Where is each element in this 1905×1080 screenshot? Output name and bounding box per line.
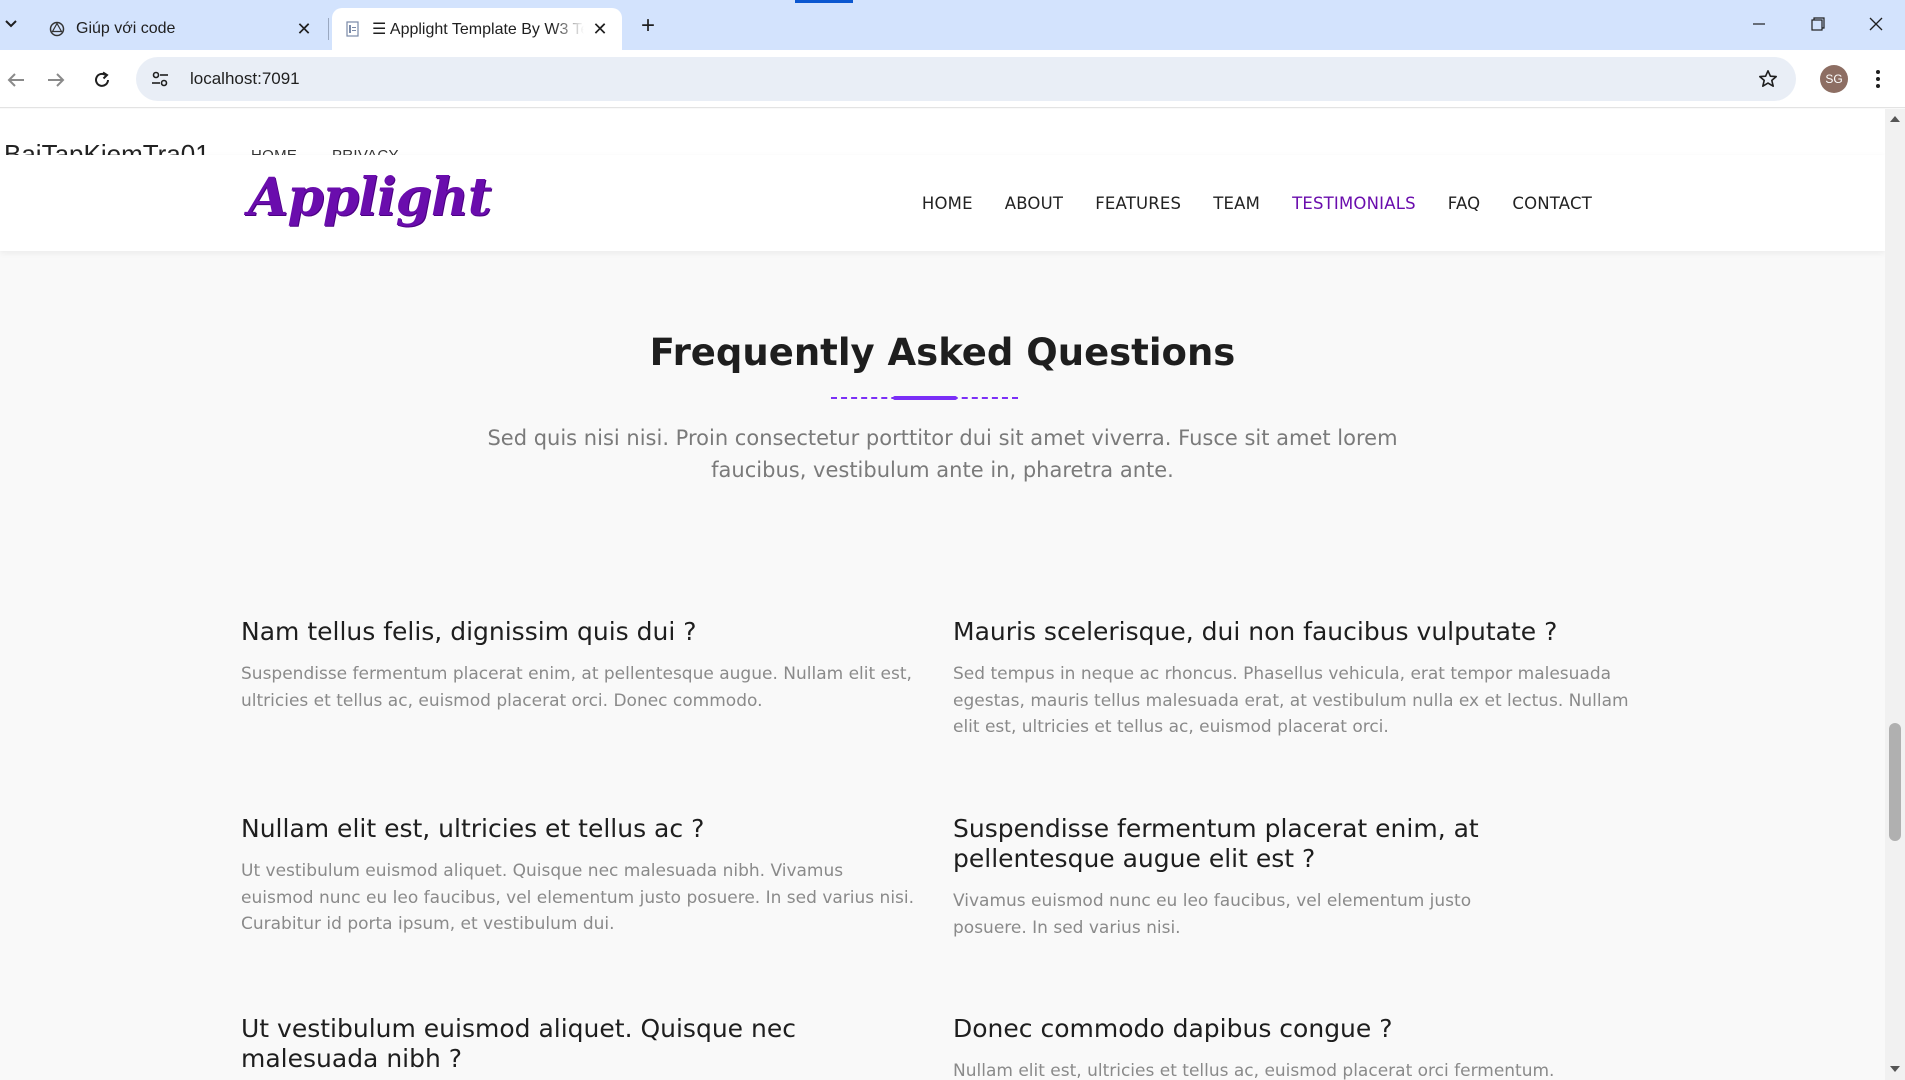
page-viewport: BaiTapKiemTra01 HOME PRIVACY Applight HO… xyxy=(0,109,1885,1080)
restore-window-icon[interactable] xyxy=(1795,6,1841,42)
scroll-down-arrow-icon[interactable] xyxy=(1885,1061,1905,1077)
scrollbar-thumb[interactable] xyxy=(1889,723,1901,841)
faq-intro: Sed quis nisi nisi. Proin consectetur po… xyxy=(487,426,1398,482)
layout-navbar: BaiTapKiemTra01 HOME PRIVACY xyxy=(0,109,1885,169)
browser-toolbar: localhost:7091 SG xyxy=(0,50,1905,108)
faq-item: Nullam elit est, ultricies et tellus ac … xyxy=(241,814,921,938)
browser-menu-dots-icon[interactable] xyxy=(1866,64,1890,94)
close-tab-icon[interactable]: ✕ xyxy=(590,19,610,39)
faq-answer: Suspendisse fermentum placerat enim, at … xyxy=(241,664,912,711)
faq-item: Ut vestibulum euismod aliquet. Quisque n… xyxy=(241,1014,841,1074)
forward-arrow-icon[interactable] xyxy=(40,64,72,96)
main-nav-links: HOME ABOUT FEATURES TEAM TESTIMONIALS FA… xyxy=(906,155,1608,251)
tab-search-chevron-icon[interactable] xyxy=(0,12,22,36)
address-bar[interactable]: localhost:7091 xyxy=(136,57,1796,101)
faq-answer: Sed tempus in neque ac rhoncus. Phasellu… xyxy=(953,664,1629,737)
tab-strip-indicator xyxy=(795,0,853,3)
minimize-window-icon[interactable] xyxy=(1736,6,1782,42)
nav-link-home[interactable]: HOME xyxy=(906,194,989,213)
faq-question: Mauris scelerisque, dui non faucibus vul… xyxy=(953,617,1558,646)
nav-link-about[interactable]: ABOUT xyxy=(989,194,1079,213)
browser-tab-inactive[interactable]: Giúp với code ✕ xyxy=(36,8,326,50)
faq-heading: Frequently Asked Questions xyxy=(649,331,1236,374)
reload-icon[interactable] xyxy=(86,64,118,96)
site-logo[interactable]: Applight xyxy=(248,167,492,228)
faq-item: Mauris scelerisque, dui non faucibus vul… xyxy=(953,617,1633,741)
bookmark-star-icon[interactable] xyxy=(1754,65,1782,93)
nav-link-contact[interactable]: CONTACT xyxy=(1496,194,1608,213)
faq-answer: Nullam elit est, ultricies et tellus ac,… xyxy=(953,1061,1555,1080)
faq-question: Nam tellus felis, dignissim quis dui ? xyxy=(241,617,697,646)
address-url[interactable]: localhost:7091 xyxy=(190,69,300,89)
faq-question: Ut vestibulum euismod aliquet. Quisque n… xyxy=(241,1014,796,1073)
profile-avatar[interactable]: SG xyxy=(1820,65,1848,93)
close-tab-icon[interactable]: ✕ xyxy=(294,19,314,39)
back-arrow-icon[interactable] xyxy=(0,64,32,96)
heading-divider xyxy=(831,396,1018,400)
nav-link-features[interactable]: FEATURES xyxy=(1079,194,1197,213)
faq-question: Nullam elit est, ultricies et tellus ac … xyxy=(241,814,705,843)
close-window-icon[interactable] xyxy=(1853,6,1899,42)
document-icon xyxy=(344,20,362,38)
faq-answer: Ut vestibulum euismod aliquet. Quisque n… xyxy=(241,861,915,934)
tab-title: Giúp với code xyxy=(76,20,176,37)
tab-title: ☰ Applight Template By W3 Templates xyxy=(372,21,584,38)
browser-tab-strip: Giúp với code ✕ ☰ Applight Template By W… xyxy=(0,0,1905,50)
faq-question: Suspendisse fermentum placerat enim, at … xyxy=(953,814,1479,873)
faq-answer: Vivamus euismod nunc eu leo faucibus, ve… xyxy=(953,891,1472,938)
openai-icon xyxy=(48,20,66,38)
faq-item: Suspendisse fermentum placerat enim, at … xyxy=(953,814,1513,941)
site-header: Applight HOME ABOUT FEATURES TEAM TESTIM… xyxy=(0,155,1885,251)
site-info-tune-icon[interactable] xyxy=(144,63,176,95)
browser-tab-active[interactable]: ☰ Applight Template By W3 Templates ✕ xyxy=(332,8,622,50)
new-tab-plus-icon[interactable]: + xyxy=(632,12,664,40)
page-scrollbar[interactable] xyxy=(1885,109,1905,1080)
faq-question: Donec commodo dapibus congue ? xyxy=(953,1014,1393,1043)
faq-item: Nam tellus felis, dignissim quis dui ? S… xyxy=(241,617,921,714)
scroll-up-arrow-icon[interactable] xyxy=(1885,111,1905,127)
faq-item: Donec commodo dapibus congue ? Nullam el… xyxy=(953,1014,1633,1080)
tab-separator xyxy=(328,18,329,40)
nav-link-faq[interactable]: FAQ xyxy=(1432,194,1497,213)
nav-link-testimonials[interactable]: TESTIMONIALS xyxy=(1276,194,1432,213)
nav-link-team[interactable]: TEAM xyxy=(1197,194,1276,213)
